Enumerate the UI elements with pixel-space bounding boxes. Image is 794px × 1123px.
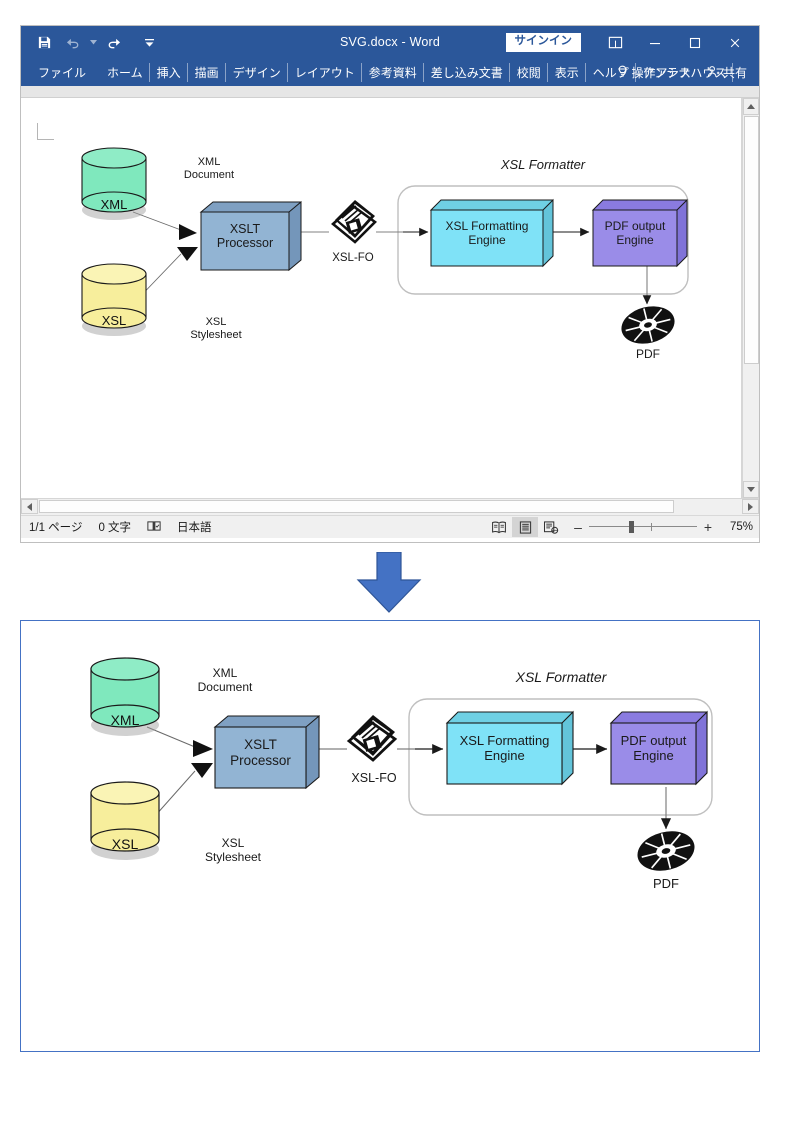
tab-file[interactable]: ファイル	[31, 59, 100, 86]
document-page[interactable]: XML XML Document XSL XSL Stylesheet XSLT…	[21, 98, 742, 498]
cd-disc-icon	[621, 306, 675, 344]
proofing-errors-icon[interactable]	[147, 520, 161, 535]
zoom-in-button[interactable]: +	[702, 520, 714, 534]
pdf-engine-label: PDF output Engine	[604, 219, 666, 247]
tab-draw[interactable]: 描画	[188, 59, 226, 86]
title-bar: SVG.docx - Word サインイン	[21, 26, 759, 59]
word-application-window: SVG.docx - Word サインイン ファイル ホーム 挿入 描画 デザイ…	[20, 25, 760, 543]
tell-me-button[interactable]: 操作アシス	[611, 64, 697, 81]
xsl-caption-label-large: XSL Stylesheet	[204, 836, 262, 864]
zoom-slider-thumb[interactable]	[629, 521, 634, 533]
language-label[interactable]: 日本語	[177, 519, 212, 535]
xslt-processor-label-large: XSLT Processor	[230, 737, 291, 768]
xsl-cylinder-label-large: XSL	[111, 836, 139, 852]
sign-in-button[interactable]: サインイン	[505, 33, 581, 52]
web-layout-view-button[interactable]	[538, 517, 564, 537]
horizontal-scroll-thumb[interactable]	[39, 500, 674, 513]
status-bar-left: 1/1 ページ 0 文字 日本語	[21, 519, 212, 535]
share-label: 共有	[722, 66, 747, 80]
status-bar: 1/1 ページ 0 文字 日本語 – + 75%	[21, 515, 759, 538]
formatting-engine-label-large: XSL Formatting Engine	[459, 733, 550, 763]
document-area: XML XML Document XSL XSL Stylesheet XSLT…	[21, 98, 759, 498]
tab-mailings[interactable]: 差し込み文書	[424, 59, 510, 86]
tell-me-label: 操作アシス	[631, 66, 691, 80]
scroll-right-button[interactable]	[742, 499, 759, 514]
scroll-down-button[interactable]	[743, 481, 759, 498]
zoom-level-label[interactable]: 75%	[719, 521, 753, 533]
ribbon-tab-bar: ファイル ホーム 挿入 描画 デザイン レイアウト 参考資料 差し込み文書 校閲…	[21, 59, 759, 86]
pdf-caption-label-large: PDF	[653, 876, 679, 891]
ribbon-collapsed-band	[21, 86, 759, 98]
tab-references[interactable]: 参考資料	[362, 59, 424, 86]
diagram-in-document[interactable]: XML XML Document XSL XSL Stylesheet XSLT…	[51, 126, 711, 426]
tab-insert[interactable]: 挿入	[150, 59, 188, 86]
formatting-engine-label: XSL Formatting Engine	[445, 219, 529, 247]
tab-home[interactable]: ホーム	[100, 59, 150, 86]
xml-caption-label: XML Document	[183, 156, 235, 181]
zoom-control[interactable]: – + 75%	[572, 520, 753, 534]
read-mode-view-button[interactable]	[486, 517, 512, 537]
zoom-out-button[interactable]: –	[572, 520, 584, 534]
title-bar-right: サインイン	[505, 26, 756, 59]
cd-disc-icon-large	[637, 831, 695, 871]
ribbon-display-options-icon[interactable]	[595, 26, 635, 59]
exported-svg-panel: XML XML Document XSL XSL Stylesheet XSLT…	[20, 620, 760, 1052]
vertical-scrollbar[interactable]	[742, 98, 759, 498]
diagram-title-label-large: XSL Formatter	[515, 669, 607, 685]
xsl-cylinder-label: XSL	[101, 313, 127, 328]
xslt-processor-label: XSLT Processor	[216, 222, 274, 251]
xslfo-caption-label: XSL-FO	[332, 252, 374, 264]
maximize-button[interactable]	[675, 26, 715, 59]
word-count-label[interactable]: 0 文字	[98, 519, 131, 535]
diagram-title-label: XSL Formatter	[500, 157, 586, 172]
horizontal-scrollbar[interactable]	[21, 498, 759, 515]
tab-layout[interactable]: レイアウト	[288, 59, 362, 86]
ribbon-right-group: 操作アシス 共有	[611, 59, 753, 86]
tab-design[interactable]: デザイン	[226, 59, 288, 86]
floppy-disk-icon	[331, 200, 377, 244]
screenshot-root: SVG.docx - Word サインイン ファイル ホーム 挿入 描画 デザイ…	[0, 0, 794, 1123]
xml-caption-label-large: XML Document	[197, 666, 253, 694]
tab-review[interactable]: 校閲	[510, 59, 548, 86]
pdf-caption-label: PDF	[636, 347, 660, 361]
vertical-scroll-thumb[interactable]	[744, 116, 759, 364]
xslfo-caption-label-large: XSL-FO	[351, 771, 397, 785]
zoom-slider[interactable]	[589, 520, 697, 534]
pdf-engine-label-large: PDF output Engine	[620, 733, 687, 763]
page-count-label[interactable]: 1/1 ページ	[29, 519, 82, 535]
print-layout-view-button[interactable]	[512, 517, 538, 537]
xml-cylinder-label-large: XML	[110, 712, 140, 728]
scroll-up-button[interactable]	[743, 98, 759, 115]
close-button[interactable]	[715, 26, 755, 59]
down-arrow-icon	[352, 551, 426, 614]
scroll-left-button[interactable]	[21, 499, 38, 514]
lightbulb-icon	[617, 65, 628, 81]
status-bar-right: – + 75%	[486, 516, 753, 538]
floppy-disk-icon-large	[346, 715, 398, 762]
share-button[interactable]: 共有	[701, 64, 753, 81]
xsl-caption-label: XSL Stylesheet	[190, 316, 242, 341]
xml-cylinder-label: XML	[100, 197, 128, 212]
zoom-slider-midpoint	[651, 523, 652, 531]
tab-view[interactable]: 表示	[548, 59, 586, 86]
person-share-icon	[707, 65, 720, 81]
diagram-exported[interactable]: XML XML Document XSL XSL Stylesheet XSLT…	[59, 637, 739, 957]
minimize-button[interactable]	[635, 26, 675, 59]
